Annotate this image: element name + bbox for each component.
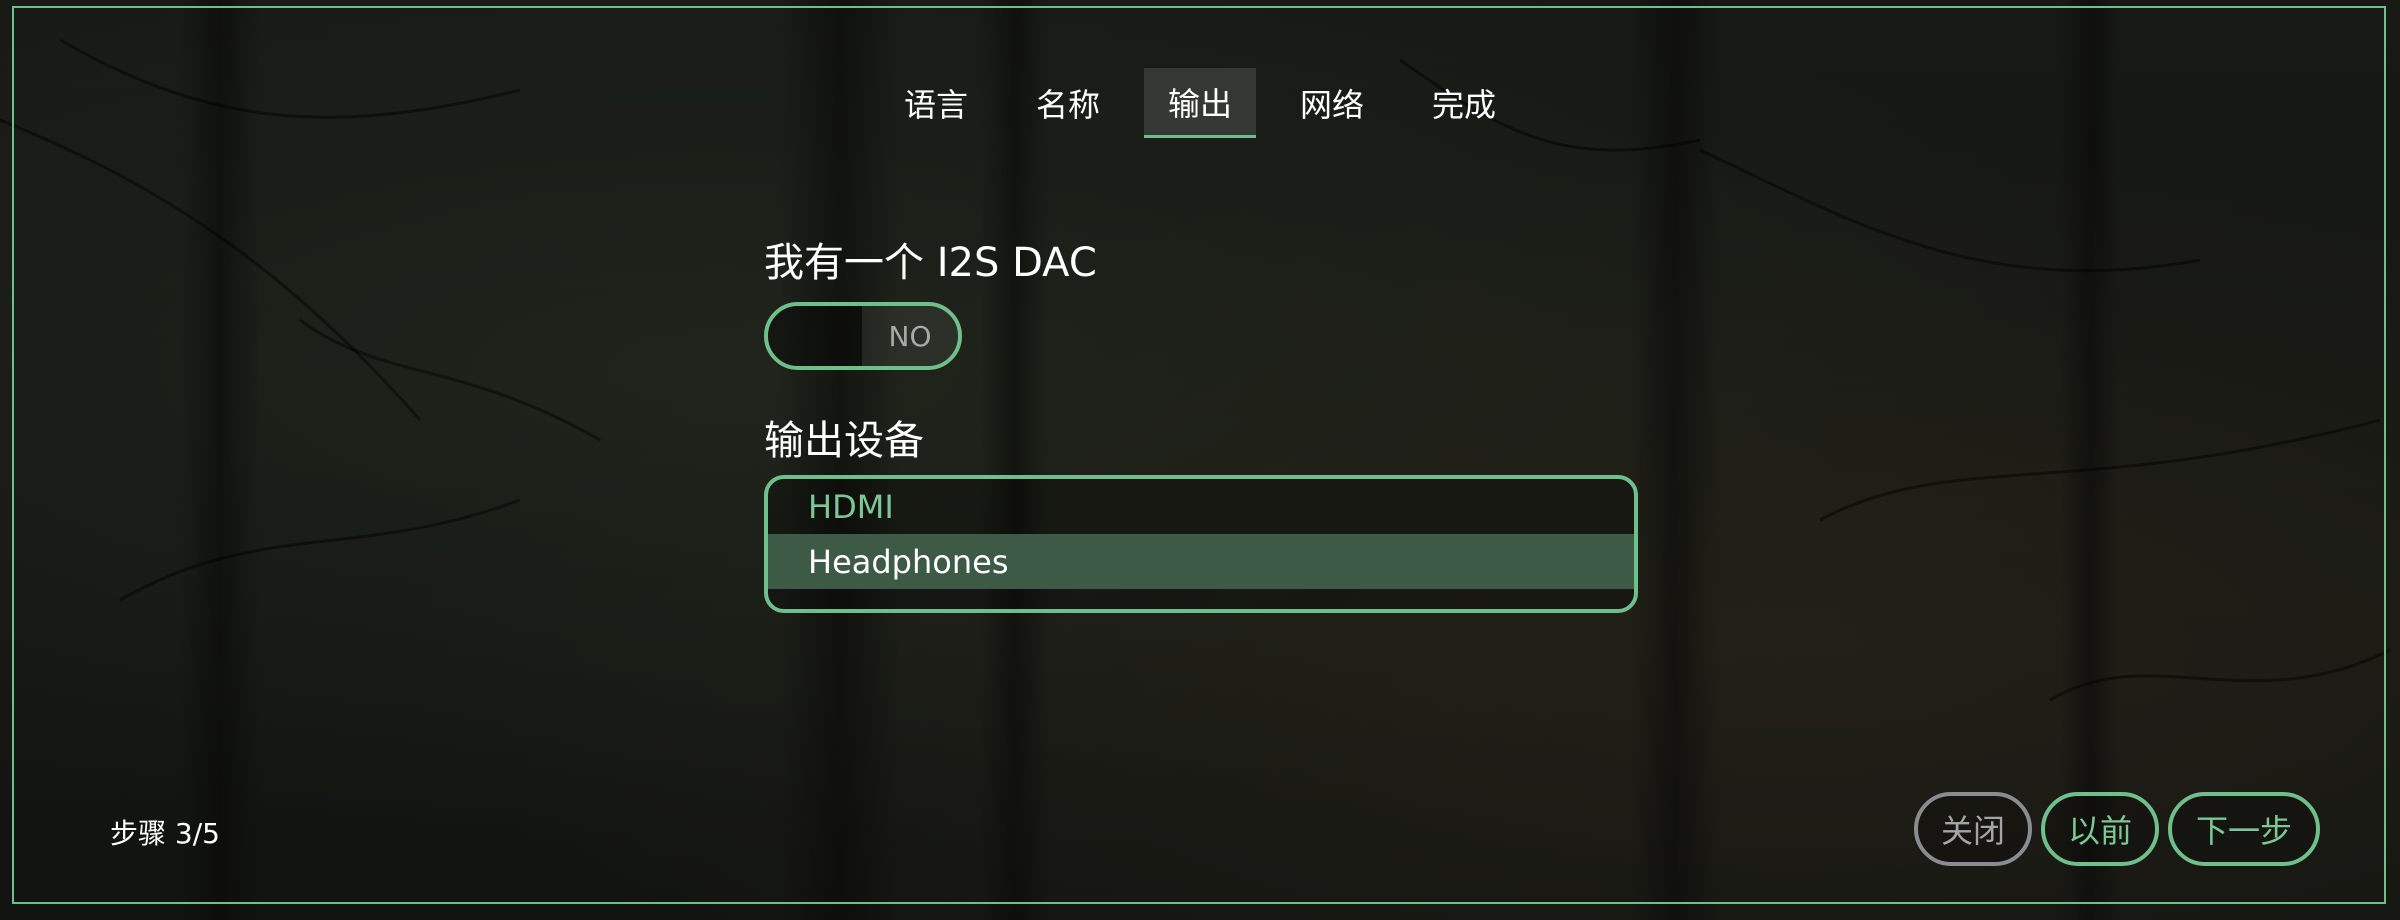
wizard-screen: 语言 名称 输出 网络 完成 我有一个 I2S DAC NO 输出设备 HDMI… — [0, 0, 2400, 920]
output-device-list[interactable]: HDMI Headphones — [764, 475, 1638, 613]
toggle-state-text: NO — [862, 306, 958, 366]
window-frame — [12, 6, 2386, 904]
dac-label: 我有一个 I2S DAC — [764, 240, 1097, 286]
tab-output[interactable]: 输出 — [1143, 68, 1256, 138]
output-device-label: 输出设备 — [764, 418, 924, 464]
dac-toggle[interactable]: NO — [764, 302, 962, 370]
previous-button[interactable]: 以前 — [2041, 792, 2159, 866]
next-button[interactable]: 下一步 — [2168, 792, 2320, 866]
option-hdmi[interactable]: HDMI — [768, 479, 1634, 534]
tab-language[interactable]: 语言 — [880, 68, 992, 138]
tab-name[interactable]: 名称 — [1012, 68, 1124, 138]
close-button[interactable]: 关闭 — [1914, 792, 2032, 866]
option-headphones[interactable]: Headphones — [768, 534, 1634, 589]
tab-finish[interactable]: 完成 — [1408, 68, 1520, 138]
step-indicator: 步骤 3/5 — [110, 817, 220, 850]
wizard-tabs: 语言 名称 输出 网络 完成 — [0, 68, 2400, 138]
tab-network[interactable]: 网络 — [1276, 68, 1388, 138]
toggle-knob — [768, 306, 862, 366]
